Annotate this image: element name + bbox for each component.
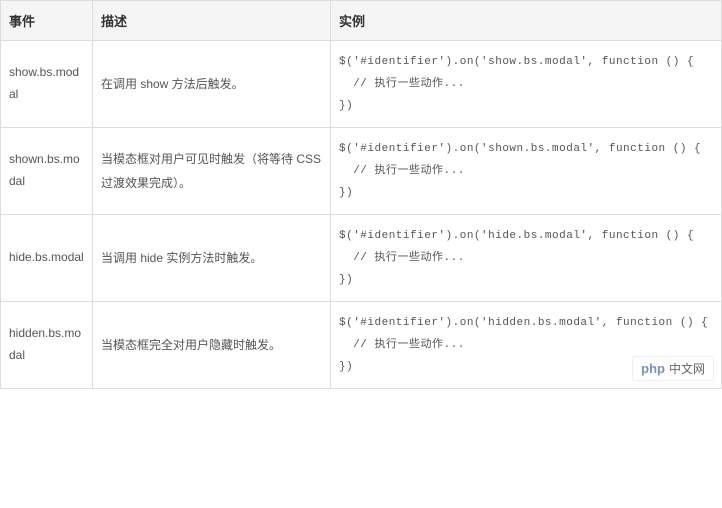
cell-event: shown.bs.modal <box>1 128 93 215</box>
cell-description: 当模态框完全对用户隐藏时触发。 <box>93 302 331 389</box>
cell-description: 当模态框对用户可见时触发（将等待 CSS 过渡效果完成）。 <box>93 128 331 215</box>
cell-code: $('#identifier').on('hide.bs.modal', fun… <box>331 215 722 302</box>
watermark-logo: php <box>641 361 665 376</box>
watermark: php 中文网 <box>632 356 714 381</box>
cell-event: hidden.bs.modal <box>1 302 93 389</box>
table-row: hidden.bs.modal 当模态框完全对用户隐藏时触发。 $('#iden… <box>1 302 722 389</box>
table-row: hide.bs.modal 当调用 hide 实例方法时触发。 $('#iden… <box>1 215 722 302</box>
table-row: shown.bs.modal 当模态框对用户可见时触发（将等待 CSS 过渡效果… <box>1 128 722 215</box>
cell-description: 当调用 hide 实例方法时触发。 <box>93 215 331 302</box>
watermark-text: 中文网 <box>669 360 705 377</box>
events-table: 事件 描述 实例 show.bs.modal 在调用 show 方法后触发。 $… <box>0 0 722 389</box>
cell-code: $('#identifier').on('show.bs.modal', fun… <box>331 41 722 128</box>
table-row: show.bs.modal 在调用 show 方法后触发。 $('#identi… <box>1 41 722 128</box>
cell-event: show.bs.modal <box>1 41 93 128</box>
header-description: 描述 <box>93 1 331 41</box>
cell-event: hide.bs.modal <box>1 215 93 302</box>
table-header-row: 事件 描述 实例 <box>1 1 722 41</box>
cell-description: 在调用 show 方法后触发。 <box>93 41 331 128</box>
cell-code: $('#identifier').on('shown.bs.modal', fu… <box>331 128 722 215</box>
header-event: 事件 <box>1 1 93 41</box>
header-example: 实例 <box>331 1 722 41</box>
